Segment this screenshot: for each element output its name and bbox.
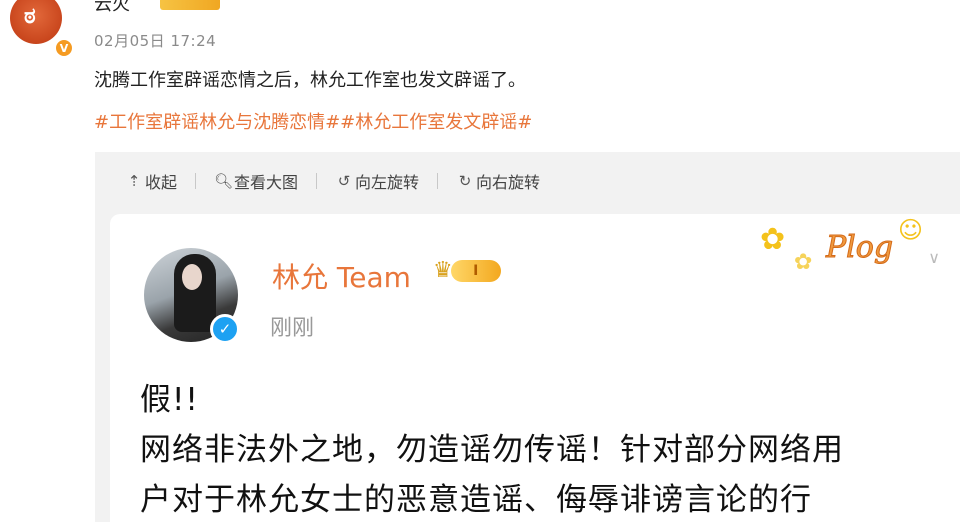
plog-sticker: ✿ ✿ Plog ☺ ∨	[760, 214, 940, 284]
image-viewer: ⇡ 收起 🔍︎ 查看大图 ↺ 向左旋转 ↻ 向右旋转 ✓ 林允 Team ♛ I	[95, 152, 960, 522]
rotate-right-button[interactable]: ↻ 向右旋转	[456, 169, 540, 193]
rotate-left-icon: ↺	[337, 172, 351, 190]
arrow-up-icon: ⇡	[127, 172, 141, 190]
verified-icon: ✓	[210, 314, 240, 344]
level-pill: I	[450, 260, 501, 282]
post-text: 沈腾工作室辟谣恋情之后，林允工作室也发文辟谣了。	[94, 70, 526, 91]
view-large-button[interactable]: 🔍︎ 查看大图	[214, 169, 298, 193]
verified-icon: V	[54, 38, 74, 58]
team-name: 林允 Team	[272, 261, 411, 294]
view-large-label: 查看大图	[234, 173, 299, 192]
post-body-line: 假!!	[140, 382, 199, 418]
avatar-face	[182, 264, 202, 290]
embedded-screenshot: ✓ 林允 Team ♛ I 刚刚 ✿ ✿ Plog ☺ ∨ 假!! 网络非法外之…	[110, 214, 960, 522]
username[interactable]: 云火	[94, 0, 130, 16]
plog-word: Plog	[825, 230, 894, 266]
rotate-left-label: 向左旋转	[355, 173, 420, 192]
hashtag-links[interactable]: #工作室辟谣林允与沈腾恋情##林允工作室发文辟谣#	[94, 108, 532, 134]
chevron-down-icon: ∨	[928, 248, 940, 267]
post-body-line: 网络非法外之地，勿造谣勿传谣！针对部分网络用	[140, 432, 844, 468]
collapse-label: 收起	[145, 173, 178, 192]
rotate-right-icon: ↻	[458, 172, 472, 190]
toolbar-divider	[195, 173, 197, 189]
level-badge: ♛ I	[433, 260, 501, 282]
flower-icon: ✿	[760, 222, 786, 257]
rotate-right-label: 向右旋转	[476, 173, 541, 192]
image-toolbar: ⇡ 收起 🔍︎ 查看大图 ↺ 向左旋转 ↻ 向右旋转	[95, 152, 960, 210]
crown-icon: ♛	[433, 258, 453, 283]
smiley-icon: ☺	[898, 216, 924, 244]
avatar-face-icon: ಠ	[24, 4, 36, 29]
member-badge	[160, 0, 220, 10]
flower-icon: ✿	[794, 250, 813, 275]
rotate-left-button[interactable]: ↺ 向左旋转	[335, 169, 419, 193]
toolbar-divider	[437, 173, 439, 189]
avatar[interactable]: ಠ	[10, 0, 62, 44]
toolbar-divider	[316, 173, 318, 189]
collapse-button[interactable]: ⇡ 收起	[125, 169, 177, 193]
post-body-line: 户对于林允女士的恶意造谣、侮辱诽谤言论的行	[140, 482, 812, 518]
timestamp[interactable]: 02月05日 17:24	[94, 30, 216, 51]
magnifier-icon: 🔍︎	[214, 172, 234, 190]
post-time: 刚刚	[270, 316, 315, 341]
